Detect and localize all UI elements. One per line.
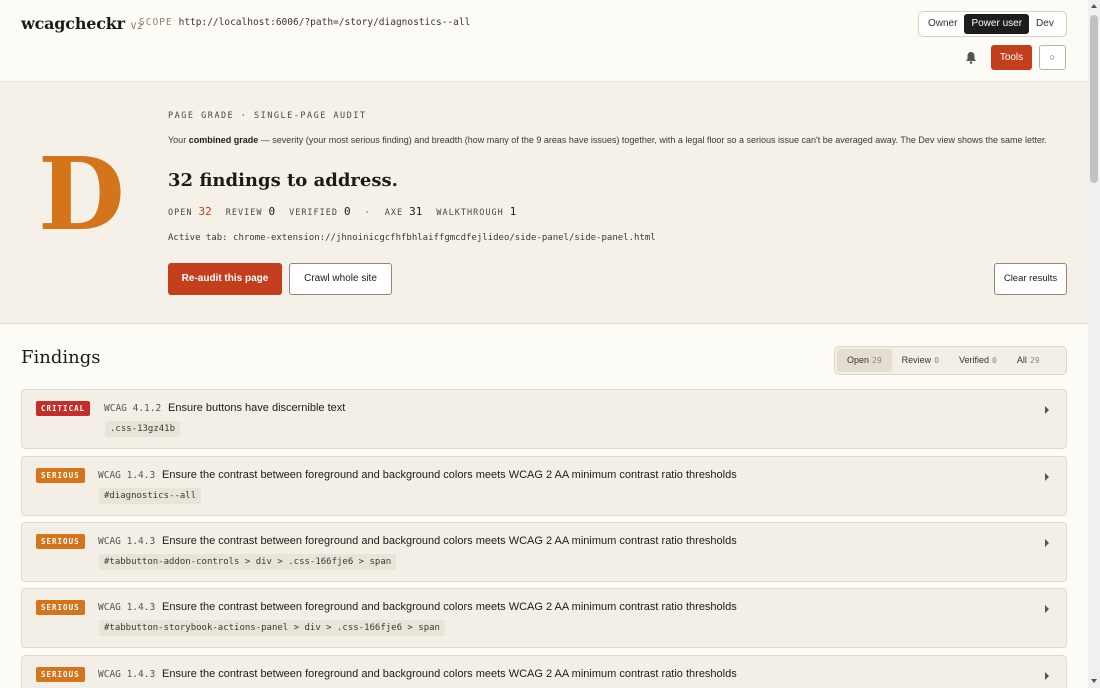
- settings-icon: ○: [1049, 52, 1056, 62]
- view-power-user-button[interactable]: Power user: [964, 14, 1030, 34]
- severity-badge: SERIOUS: [36, 600, 85, 615]
- finding-row[interactable]: SERIOUS WCAG 1.4.3 Ensure the contrast b…: [21, 655, 1067, 688]
- filter-verified-tab[interactable]: Verified 0: [949, 349, 1007, 372]
- chevron-right-icon[interactable]: [1044, 672, 1050, 680]
- stat-review-value: 0: [268, 205, 276, 218]
- filter-all-count: 29: [1029, 356, 1040, 365]
- severity-badge: SERIOUS: [36, 667, 85, 682]
- finding-row[interactable]: SERIOUS WCAG 1.4.3 Ensure the contrast b…: [21, 588, 1067, 648]
- grade-letter: D: [38, 135, 125, 253]
- findings-headline: 32 findings to address.: [168, 170, 398, 191]
- filter-verified-label: Verified: [959, 355, 990, 365]
- desc-text-pre: Your: [168, 135, 189, 145]
- filter-review-tab[interactable]: Review 0: [892, 349, 949, 372]
- app-logo: wcagcheckr V2: [21, 14, 144, 33]
- finding-title: Ensure the contrast between foreground a…: [162, 668, 737, 680]
- stat-separator: ·: [364, 208, 371, 218]
- scope-url: http://localhost:6006/?path=/story/diagn…: [178, 17, 471, 28]
- finding-selector: #tabbutton-storybook-actions-panel > div…: [99, 620, 445, 636]
- severity-badge: SERIOUS: [36, 534, 85, 549]
- finding-selector: .css-13gz41b: [105, 421, 181, 437]
- clear-results-button[interactable]: Clear results: [994, 263, 1067, 295]
- finding-row[interactable]: CRITICAL WCAG 4.1.2 Ensure buttons have …: [21, 389, 1067, 449]
- grade-description: Your combined grade — severity (your mos…: [168, 134, 1060, 147]
- filter-verified-count: 0: [992, 356, 997, 365]
- scope-display: SCOPE http://localhost:6006/?path=/story/…: [139, 17, 470, 28]
- chevron-right-icon[interactable]: [1044, 539, 1050, 547]
- wcag-criterion: WCAG 1.4.3: [98, 536, 156, 547]
- reaudit-button[interactable]: Re-audit this page: [168, 263, 282, 295]
- finding-title: Ensure the contrast between foreground a…: [162, 601, 737, 613]
- desc-text-bold: combined grade: [188, 135, 259, 145]
- chevron-right-icon[interactable]: [1044, 605, 1050, 613]
- stat-walkthrough-value: 1: [509, 205, 517, 218]
- stat-walkthrough-label: WALKTHROUGH: [436, 208, 504, 218]
- chevron-right-icon[interactable]: [1044, 473, 1050, 481]
- stat-verified-value: 0: [344, 205, 351, 218]
- view-dev-button[interactable]: Dev: [1029, 14, 1061, 34]
- filter-review-count: 0: [934, 356, 940, 365]
- filter-open-count: 29: [872, 356, 882, 365]
- grade-panel: D PAGE GRADE · SINGLE-PAGE AUDIT Your co…: [0, 82, 1088, 324]
- filter-all-label: All: [1016, 355, 1027, 365]
- finding-title: Ensure buttons have discernible text: [168, 402, 346, 414]
- app-header: wcagcheckr V2 SCOPE http://localhost:6006/…: [0, 0, 1088, 82]
- wcag-criterion: WCAG 1.4.3: [98, 602, 156, 613]
- scroll-down-arrow-icon[interactable]: [1091, 679, 1097, 683]
- finding-selector: #tabbutton-addon-controls > div > .css-1…: [99, 554, 397, 570]
- stat-verified-label: VERIFIED: [289, 208, 339, 218]
- view-owner-button[interactable]: Owner: [921, 14, 964, 34]
- severity-badge: SERIOUS: [36, 468, 85, 483]
- active-tab-text: Active tab: chrome-extension://jhnoinicg…: [168, 233, 656, 243]
- bell-icon[interactable]: [965, 51, 977, 64]
- finding-selector: #diagnostics--all: [99, 488, 202, 504]
- stat-review-label: REVIEW: [225, 208, 263, 218]
- filter-all-tab[interactable]: All 29: [1007, 349, 1050, 372]
- stat-open-label: OPEN: [168, 208, 193, 218]
- view-switcher: Owner Power user Dev: [918, 11, 1067, 37]
- scroll-up-arrow-icon[interactable]: [1091, 4, 1097, 8]
- settings-button[interactable]: ○: [1039, 45, 1066, 70]
- crawl-site-button[interactable]: Crawl whole site: [289, 263, 392, 295]
- finding-row[interactable]: SERIOUS WCAG 1.4.3 Ensure the contrast b…: [21, 522, 1067, 582]
- scope-label: SCOPE: [139, 17, 173, 28]
- wcag-criterion: WCAG 1.4.3: [98, 470, 156, 481]
- desc-text-post: — severity (your most serious finding) a…: [258, 135, 1047, 145]
- filter-open-tab[interactable]: Open 29: [837, 349, 892, 372]
- stat-axe-label: AXE: [384, 208, 404, 218]
- finding-title: Ensure the contrast between foreground a…: [162, 469, 737, 481]
- app-logo-text: wcagcheckr: [21, 14, 125, 33]
- scrollbar-thumb[interactable]: [1090, 15, 1098, 183]
- wcag-criterion: WCAG 1.4.3: [98, 669, 156, 680]
- findings-title: Findings: [21, 347, 101, 368]
- severity-badge: CRITICAL: [36, 401, 91, 416]
- wcag-criterion: WCAG 4.1.2: [104, 403, 162, 414]
- stat-axe-value: 31: [409, 205, 423, 218]
- filter-open-label: Open: [847, 355, 870, 365]
- finding-row[interactable]: SERIOUS WCAG 1.4.3 Ensure the contrast b…: [21, 456, 1067, 516]
- findings-filter: Open 29 Review 0 Verified 0 All 29: [834, 346, 1067, 375]
- grade-eyebrow: PAGE GRADE · SINGLE-PAGE AUDIT: [168, 111, 367, 121]
- page-scrollbar[interactable]: [1088, 0, 1100, 688]
- stat-open-value: 32: [198, 205, 212, 218]
- chevron-right-icon[interactable]: [1044, 406, 1050, 414]
- filter-review-label: Review: [901, 355, 932, 365]
- stats-row: OPEN 32 REVIEW 0 VERIFIED 0 · AXE 31 WALKTHR…: [168, 205, 530, 218]
- tools-button[interactable]: Tools: [991, 45, 1032, 70]
- finding-title: Ensure the contrast between foreground a…: [162, 535, 737, 547]
